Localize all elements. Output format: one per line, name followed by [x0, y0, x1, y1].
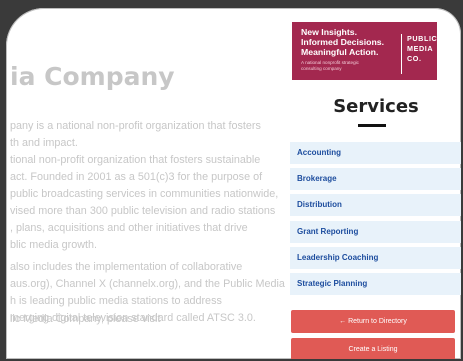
return-to-directory-button[interactable]: ← Return to Directory [291, 310, 455, 333]
public-media-logo: PUBLIC MEDIA CO. [401, 34, 437, 74]
logo-line: MEDIA [407, 44, 434, 53]
paragraph-line: tional non-profit organization that fost… [10, 154, 261, 166]
paragraph-line: public broadcasting services in communit… [10, 188, 279, 200]
banner-headline-line: New Insights. [301, 27, 357, 37]
banner-headline-line: Informed Decisions. [301, 37, 385, 47]
paragraph-line: pany is a national non-profit organizati… [10, 120, 261, 132]
page-title: ia Company [10, 62, 175, 91]
paragraph-line: act. Founded in 2001 as a 501(c)3 for th… [10, 171, 263, 183]
heading-underline [358, 124, 386, 127]
logo-line: PUBLIC [407, 34, 438, 43]
service-link-accounting[interactable]: Accounting [290, 142, 461, 164]
history-paragraph: tional non-profit organization that fost… [10, 152, 278, 254]
paragraph-line: h is leading public media stations to ad… [10, 295, 222, 307]
paragraph-line: aus.org), Channel X (channelx.org), and … [10, 278, 285, 290]
service-link-leadership-coaching[interactable]: Leadership Coaching [290, 247, 461, 269]
intro-paragraph: pany is a national non-profit organizati… [10, 118, 261, 152]
paragraph-line: , plans, acquisitions and other initiati… [10, 222, 248, 234]
service-link-distribution[interactable]: Distribution [290, 194, 461, 216]
logo-line: CO. [407, 54, 422, 63]
services-heading: Services [333, 96, 419, 117]
service-link-brokerage[interactable]: Brokerage [290, 168, 461, 190]
banner-headline: New Insights. Informed Decisions. Meanin… [301, 27, 384, 57]
banner-subtext-line: consulting company [301, 66, 342, 71]
service-link-grant-reporting[interactable]: Grant Reporting [290, 221, 461, 243]
create-listing-button[interactable]: Create a Listing [291, 338, 455, 359]
banner-subtext: A national nonprofit strategic consultin… [301, 60, 391, 72]
main-content: ia Company pany is a national non-profit… [6, 8, 286, 359]
banner-headline-line: Meaningful Action. [301, 47, 379, 57]
sidebar: New Insights. Informed Decisions. Meanin… [286, 8, 461, 359]
ad-banner[interactable]: New Insights. Informed Decisions. Meanin… [292, 22, 437, 80]
paragraph-line: vised more than 300 public television an… [10, 205, 276, 217]
service-link-strategic-planning[interactable]: Strategic Planning [290, 273, 461, 295]
paragraph-line: th and impact. [10, 137, 78, 149]
paragraph-line: lic Media Company, please visit [10, 313, 161, 325]
device-frame: ia Company pany is a national non-profit… [6, 8, 461, 359]
contact-paragraph: lic Media Company, please visit [10, 311, 160, 328]
paragraph-line: also includes the implementation of coll… [10, 261, 243, 273]
paragraph-line: blic media growth. [10, 239, 98, 251]
